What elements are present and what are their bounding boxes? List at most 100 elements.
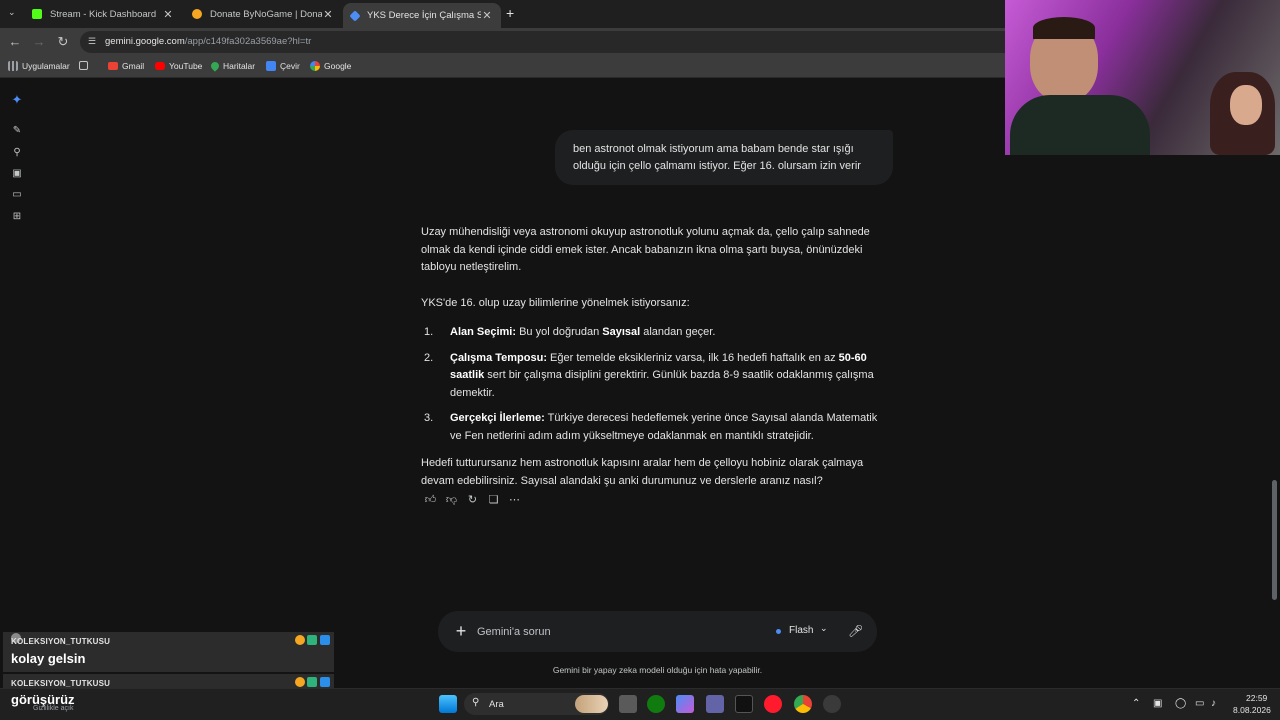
guest-face [1230, 85, 1262, 125]
model-response: Uzay mühendisliği veya astronomi okuyup … [421, 224, 891, 500]
tab-title: Donate ByNoGame | Donations [210, 8, 322, 20]
close-icon[interactable]: ✕ [162, 8, 174, 21]
list-item-title: Gerçekçi İlerleme: [450, 412, 545, 424]
site-info-icon[interactable]: ☰ [88, 36, 96, 47]
forward-button[interactable]: → [31, 34, 47, 50]
store-icon[interactable] [706, 695, 724, 713]
chevron-down-icon[interactable]: ⌄ [820, 623, 828, 634]
list-item: 3. Gerçekçi İlerleme: Türkiye derecesi h… [421, 410, 891, 445]
user-message: ben astronot olmak istiyorum ama babam b… [555, 130, 893, 185]
kick-icon [32, 9, 42, 19]
subscriber-badge-icon [307, 635, 317, 645]
bynogame-icon [192, 9, 202, 19]
copilot-icon[interactable] [676, 695, 694, 713]
add-attachment-button[interactable]: + [453, 621, 469, 641]
bookmark-apps[interactable]: Uygulamalar [8, 61, 70, 71]
model-selector[interactable]: Flash [789, 625, 813, 636]
tab-strip: ⌄ Stream - Kick Dashboard ✕ Donate ByNoG… [0, 0, 1005, 28]
thumbs-up-icon[interactable]: 👍︎ [420, 492, 441, 508]
bookmark-label: YouTube [169, 61, 203, 71]
gemini-logo-icon[interactable]: ✦ [11, 93, 23, 106]
chat-username: KOLEKSIYON_TUTKUSU [11, 679, 111, 688]
opera-icon[interactable] [764, 695, 782, 713]
search-icon[interactable]: ⚲ [11, 147, 23, 159]
prompt-input[interactable] [477, 623, 757, 640]
response-actions: 👍︎ 👎︎ ↻ ❏ ⋯ [420, 492, 525, 508]
tab-kick-dashboard[interactable]: Stream - Kick Dashboard ✕ [24, 0, 182, 28]
list-item-title: Alan Seçimi: [450, 326, 517, 338]
clock-time[interactable]: 22:59 [1246, 693, 1267, 703]
response-intro: Uzay mühendisliği veya astronomi okuyup … [421, 226, 870, 273]
bookmark-translate[interactable]: Çevir [266, 61, 300, 71]
copy-icon[interactable]: ❏ [483, 492, 504, 508]
streamer-body [1010, 95, 1150, 155]
coin-badge-icon [295, 635, 305, 645]
url-path: /app/c149fa302a3569ae?hl=tr [184, 36, 312, 47]
new-chat-icon[interactable]: ✎ [11, 125, 23, 137]
response-lead: YKS'de 16. olup uzay bilimlerine yönelme… [421, 296, 690, 309]
back-button[interactable]: ← [7, 34, 23, 50]
list-number: 2. [424, 351, 434, 364]
display-icon[interactable]: ▭ [1195, 698, 1204, 709]
regenerate-icon[interactable]: ↻ [462, 492, 483, 508]
list-item-text: Bu yol doğrudan [516, 326, 603, 338]
response-outro: Hedefi tutturursanız hem astronotluk kap… [421, 457, 864, 487]
maps-pin-icon [209, 60, 221, 72]
bookmark-grid[interactable] [79, 61, 92, 70]
microphone-icon[interactable]: 🎤︎ [848, 622, 863, 640]
clock-date[interactable]: 8.08.2026 [1233, 705, 1271, 715]
list-number: 3. [424, 412, 434, 424]
apps-icon[interactable]: ⊞ [11, 211, 23, 223]
chevron-up-icon[interactable]: ⌃ [1132, 698, 1140, 709]
disclaimer: Gemini bir yapay zeka modeli olduğu için… [552, 665, 763, 675]
right-side-area [1005, 155, 1280, 688]
capcut-icon[interactable] [735, 695, 753, 713]
gemini-tab-icon [349, 9, 361, 22]
chrome-icon[interactable] [794, 695, 812, 713]
moderator-badge-icon [320, 635, 330, 645]
list-item-text: sert bir çalışma disiplini gerektirir. G… [450, 369, 874, 399]
apps-grid-icon [8, 61, 18, 71]
tab-donations[interactable]: Donate ByNoGame | Donations ✕ [184, 0, 342, 28]
gmail-icon [108, 62, 118, 70]
close-icon[interactable]: ✕ [481, 9, 493, 22]
bookmark-gmail[interactable]: Gmail [108, 61, 144, 71]
microphone-tray-icon[interactable]: ◯ [1175, 698, 1186, 709]
bookmark-label: Uygulamalar [22, 61, 70, 71]
tab-search-chevron-icon[interactable]: ⌄ [8, 7, 16, 18]
bookmark-label: Haritalar [223, 61, 256, 71]
search-highlight-image [575, 695, 608, 713]
streamer-hair [1033, 17, 1095, 39]
bookmark-google[interactable]: Google [310, 61, 351, 71]
list-item-text: alandan geçer. [640, 326, 716, 338]
tab-gemini[interactable]: YKS Derece İçin Çalışma Saati ✕ [343, 3, 501, 28]
bookmark-label: Gmail [122, 61, 145, 71]
windows-taskbar [0, 688, 1280, 720]
scrollbar-thumb[interactable] [1272, 480, 1277, 600]
close-icon[interactable]: ✕ [322, 8, 334, 21]
gem-icon[interactable]: ▭ [11, 189, 23, 201]
webcam-overlay [1005, 0, 1280, 155]
list-item-text: Eğer temelde eksikleriniz varsa, ilk 16 … [547, 351, 839, 364]
volume-icon[interactable]: ♪ [1211, 698, 1216, 709]
tab-title: Stream - Kick Dashboard [50, 8, 157, 20]
image-edit-icon[interactable]: ▣ [11, 168, 23, 180]
obs-icon[interactable] [823, 695, 841, 713]
url-host: gemini.google.com [105, 36, 185, 47]
google-g-icon [310, 61, 320, 71]
bookmark-label: Google [324, 61, 352, 71]
new-tab-button[interactable]: + [506, 5, 514, 21]
more-options-icon[interactable]: ⋯ [504, 492, 525, 508]
thumbs-down-icon[interactable]: 👎︎ [441, 492, 462, 508]
translate-icon [266, 61, 276, 71]
stream-status-label: Gizlilikle açık [33, 705, 74, 712]
windows-start-icon[interactable] [439, 695, 457, 713]
xbox-icon[interactable] [647, 695, 665, 713]
task-view-icon[interactable] [619, 695, 637, 713]
bookmark-maps[interactable]: Haritalar [209, 60, 256, 72]
youtube-icon [155, 62, 165, 70]
network-icon[interactable]: ▣ [1153, 698, 1162, 709]
list-item-title: Çalışma Temposu: [450, 351, 547, 364]
reload-button[interactable]: ↻ [55, 34, 71, 50]
bookmark-youtube[interactable]: YouTube [155, 61, 202, 71]
